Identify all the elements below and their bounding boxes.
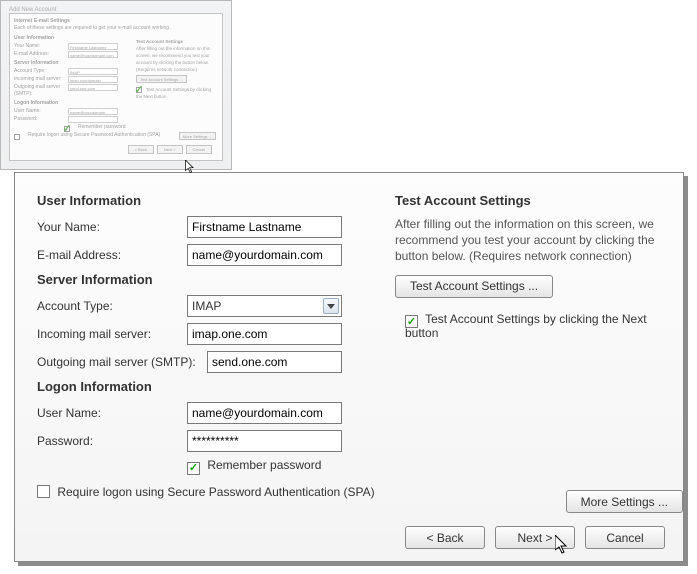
test-account-description: After filling out the information on thi…	[395, 216, 665, 265]
chevron-down-icon	[323, 298, 339, 314]
dialog-button-row: < Back Next > Cancel	[405, 526, 665, 549]
user-name-input[interactable]	[187, 402, 342, 424]
incoming-server-label: Incoming mail server:	[37, 327, 187, 341]
background-thumbnail: Add New Account Internet E-mail Settings…	[0, 0, 232, 170]
email-address-input[interactable]	[187, 244, 342, 266]
your-name-input[interactable]	[187, 216, 342, 238]
next-button[interactable]: Next >	[495, 526, 575, 549]
test-on-next-checkbox[interactable]	[405, 315, 418, 328]
remember-password-label: Remember password	[207, 458, 321, 472]
test-account-heading: Test Account Settings	[395, 193, 665, 208]
spa-label: Require logon using Secure Password Auth…	[57, 485, 374, 499]
user-information-heading: User Information	[37, 193, 377, 208]
outgoing-server-input[interactable]	[207, 351, 342, 373]
spa-checkbox[interactable]	[37, 485, 50, 498]
account-type-select[interactable]: IMAP	[187, 295, 342, 317]
email-settings-dialog: User Information Your Name: E-mail Addre…	[14, 172, 684, 562]
account-type-label: Account Type:	[37, 299, 187, 313]
back-button[interactable]: < Back	[405, 526, 485, 549]
server-information-heading: Server Information	[37, 272, 377, 287]
password-input[interactable]	[187, 430, 342, 452]
left-column: User Information Your Name: E-mail Addre…	[37, 187, 377, 505]
your-name-label: Your Name:	[37, 220, 187, 234]
email-address-label: E-mail Address:	[37, 248, 187, 262]
remember-password-checkbox[interactable]	[187, 462, 200, 475]
account-type-value: IMAP	[192, 299, 221, 313]
cancel-button[interactable]: Cancel	[585, 526, 665, 549]
password-label: Password:	[37, 434, 187, 448]
outgoing-server-label: Outgoing mail server (SMTP):	[37, 355, 207, 369]
thumb-subtitle-1: Internet E-mail Settings	[14, 18, 218, 25]
test-account-settings-button[interactable]: Test Account Settings ...	[395, 275, 553, 298]
incoming-server-input[interactable]	[187, 323, 342, 345]
thumb-logon-info-heading: Logon Information	[14, 100, 218, 107]
test-on-next-label: Test Account Settings by clicking the Ne…	[405, 312, 647, 341]
logon-information-heading: Logon Information	[37, 379, 377, 394]
more-settings-button[interactable]: More Settings ...	[566, 490, 683, 513]
right-column: Test Account Settings After filling out …	[395, 187, 665, 505]
thumb-subtitle-2: Each of these settings are required to g…	[14, 25, 218, 32]
user-name-label: User Name:	[37, 406, 187, 420]
